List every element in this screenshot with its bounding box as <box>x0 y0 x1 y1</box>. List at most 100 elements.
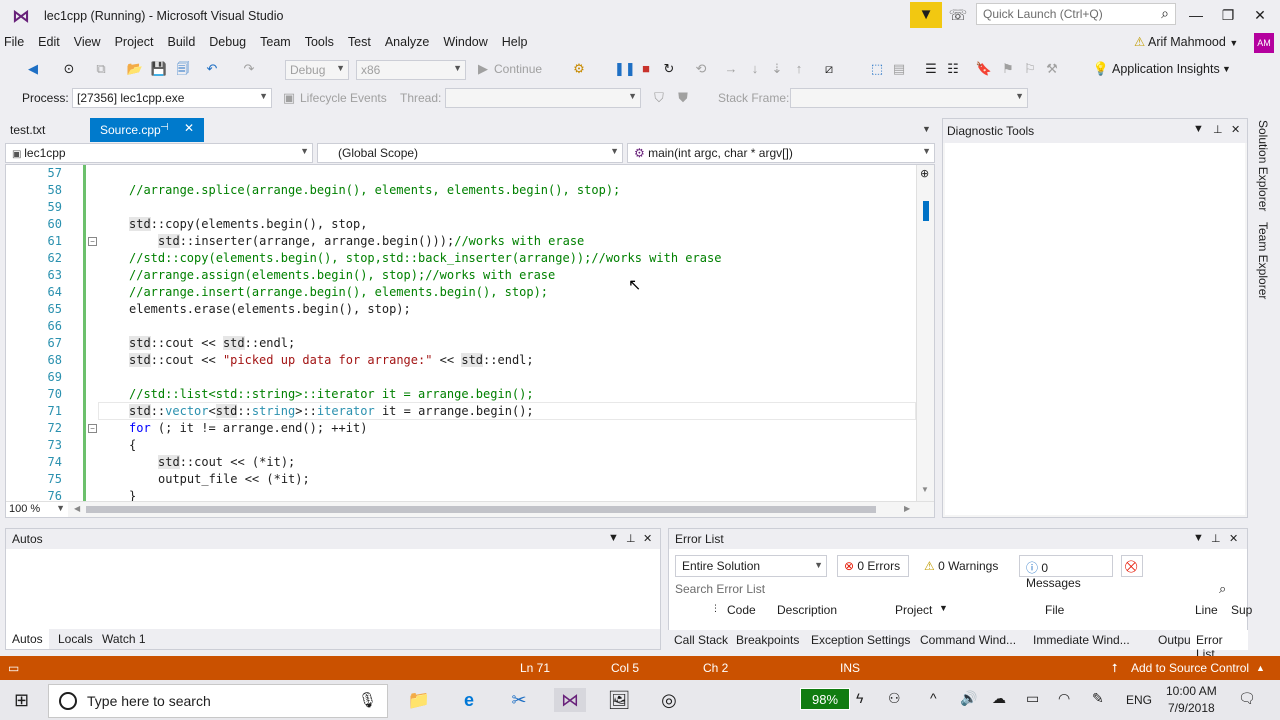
tab-test-txt[interactable]: test.txt <box>0 118 56 142</box>
scroll-down-icon[interactable]: ▼ <box>921 485 929 494</box>
minimize-button[interactable]: — <box>1181 4 1211 26</box>
obs-icon[interactable]: ◎ <box>656 688 682 712</box>
volume-icon[interactable]: 🔊 <box>960 690 977 707</box>
avatar[interactable]: AM <box>1254 33 1274 53</box>
column-description[interactable]: Description <box>777 603 837 617</box>
save-all-icon[interactable]: 🗐 <box>174 60 192 78</box>
attach-icon[interactable]: ⚙ <box>570 60 588 78</box>
menu-build[interactable]: Build <box>160 32 202 52</box>
continue-icon[interactable]: ▶ <box>474 60 492 78</box>
show-next-statement-icon[interactable]: ⟲ <box>692 60 710 78</box>
filter-icon[interactable]: ▼ <box>939 603 948 613</box>
menu-team[interactable]: Team <box>253 32 298 52</box>
vertical-scrollbar[interactable]: ⊕ ▼ <box>916 165 934 501</box>
menu-debug[interactable]: Debug <box>202 32 253 52</box>
scope-select[interactable]: (Global Scope) ▼ <box>317 143 623 163</box>
menu-project[interactable]: Project <box>108 32 161 52</box>
menu-edit[interactable]: Edit <box>31 32 67 52</box>
menu-test[interactable]: Test <box>341 32 378 52</box>
battery-indicator[interactable]: 98% <box>800 688 850 710</box>
stop-icon[interactable]: ■ <box>637 60 655 78</box>
close-icon[interactable]: ✕ <box>1229 532 1238 545</box>
close-icon[interactable]: ✕ <box>184 121 194 135</box>
code-text[interactable]: //arrange.splice(arrange.begin(), elemen… <box>68 165 916 501</box>
power-icon[interactable]: ϟ <box>856 690 863 706</box>
notification-filter-icon[interactable]: ▼ <box>910 2 942 28</box>
redo-icon[interactable]: ↷ <box>240 60 258 78</box>
tab-locals[interactable]: Locals <box>52 629 99 649</box>
tab-error-list[interactable]: Error List <box>1190 630 1248 661</box>
column-suppression[interactable]: Sup <box>1231 603 1252 617</box>
column-file[interactable]: File <box>1045 603 1064 617</box>
close-button[interactable]: ✕ <box>1245 4 1275 26</box>
pin-icon[interactable]: ⊣ <box>160 122 169 133</box>
menu-file[interactable]: File <box>0 32 31 52</box>
filter-clear-icon[interactable]: ⛒ <box>1121 555 1143 577</box>
menu-analyze[interactable]: Analyze <box>378 32 436 52</box>
prev-bookmark-icon[interactable]: ⚑ <box>999 60 1017 78</box>
warnings-filter-button[interactable]: ⚠ 0 Warnings <box>917 555 1009 577</box>
scroll-left-icon[interactable]: ◀ <box>74 504 80 513</box>
menu-view[interactable]: View <box>67 32 108 52</box>
errors-filter-button[interactable]: ⊗ 0 Errors <box>837 555 909 577</box>
column-code[interactable]: Code <box>727 603 756 617</box>
system-clock[interactable]: 10:00 AM 7/9/2018 <box>1166 683 1217 717</box>
forward-icon[interactable]: ⊙ <box>60 60 78 78</box>
member-select[interactable]: ⚙ main(int argc, char * argv[]) ▼ <box>627 143 935 163</box>
menu-help[interactable]: Help <box>495 32 535 52</box>
chevron-down-icon[interactable]: ▼ <box>1193 532 1204 544</box>
file-explorer-icon[interactable]: 📁 <box>406 688 432 712</box>
tabs-dropdown-icon[interactable]: ▼ <box>922 124 931 134</box>
process-select[interactable]: [27356] lec1cpp.exe ▼ <box>72 88 272 108</box>
visual-studio-task-icon[interactable]: ⋈ <box>554 688 586 712</box>
snipping-tool-icon[interactable]: ✂ <box>506 688 532 712</box>
zoom-select[interactable]: 100 % ▼ <box>6 502 68 517</box>
solution-config-select[interactable]: Debug ▼ <box>285 60 349 80</box>
continue-button[interactable]: Continue <box>494 62 542 76</box>
menu-tools[interactable]: Tools <box>298 32 341 52</box>
maximize-button[interactable]: ❐ <box>1213 4 1243 26</box>
save-icon[interactable]: 💾 <box>150 60 168 78</box>
taskbar-search-input[interactable]: Type here to search 🎙 <box>48 684 388 718</box>
pen-icon[interactable]: ✎ <box>1092 690 1104 707</box>
add-to-source-control-button[interactable]: Add to Source Control <box>1131 661 1249 675</box>
close-icon[interactable]: ✕ <box>643 532 652 545</box>
open-file-icon[interactable]: 📂 <box>126 60 144 78</box>
people-icon[interactable]: ⚇ <box>888 690 901 707</box>
error-search-input[interactable]: Search Error List ⌕ <box>671 579 1245 599</box>
code-editor[interactable]: 57 58 59 60 61 62 63 64 65 66 67 68 69 7… <box>5 164 935 518</box>
step-out-icon[interactable]: ↑ <box>790 60 808 78</box>
chevron-down-icon[interactable]: ▼ <box>608 532 619 544</box>
column-line[interactable]: Line <box>1195 603 1218 617</box>
paint-icon[interactable]: 🖼 <box>606 688 632 712</box>
pin-icon[interactable]: ⊥ <box>626 532 636 545</box>
restart-icon[interactable]: ↻ <box>660 60 678 78</box>
tab-command-window[interactable]: Command Wind... <box>914 630 1022 650</box>
column-project[interactable]: Project <box>895 603 932 617</box>
lifecycle-events-button[interactable]: Lifecycle Events <box>300 91 387 105</box>
pin-icon[interactable]: ⊥ <box>1211 532 1221 545</box>
pin-icon[interactable]: ⊥ <box>1213 123 1223 136</box>
onedrive-icon[interactable]: ☁ <box>992 690 1006 707</box>
scroll-thumb[interactable] <box>923 201 929 221</box>
edge-browser-icon[interactable]: e <box>456 688 482 712</box>
split-icon[interactable]: ⊕ <box>920 167 929 180</box>
new-project-icon[interactable]: ⧉ <box>92 60 110 78</box>
application-insights-button[interactable]: Application Insights <box>1112 62 1220 76</box>
menu-window[interactable]: Window <box>436 32 494 52</box>
solution-explorer-tab[interactable]: Solution Explorer <box>1256 120 1270 211</box>
hex-display-icon[interactable]: ⧄ <box>820 60 838 78</box>
team-explorer-tab[interactable]: Team Explorer <box>1256 222 1270 299</box>
user-account[interactable]: ⚠ Arif Mahmood ▼ <box>1134 34 1238 49</box>
step-into-icon[interactable]: → <box>722 60 740 78</box>
feedback-icon[interactable]: ☏ <box>948 6 968 26</box>
quick-launch-input[interactable]: Quick Launch (Ctrl+Q) ⌕ <box>976 3 1176 25</box>
outdent-icon[interactable]: ☰ <box>922 60 940 78</box>
bookmark-icon[interactable]: 🔖 <box>975 60 993 78</box>
project-select[interactable]: ▣ lec1cpp ▼ <box>5 143 313 163</box>
tab-exception-settings[interactable]: Exception Settings <box>805 630 916 650</box>
tab-autos[interactable]: Autos <box>6 629 49 649</box>
next-bookmark-icon[interactable]: ⚐ <box>1021 60 1039 78</box>
platform-select[interactable]: x86 ▼ <box>356 60 466 80</box>
code-map-icon[interactable]: ▤ <box>890 60 908 78</box>
